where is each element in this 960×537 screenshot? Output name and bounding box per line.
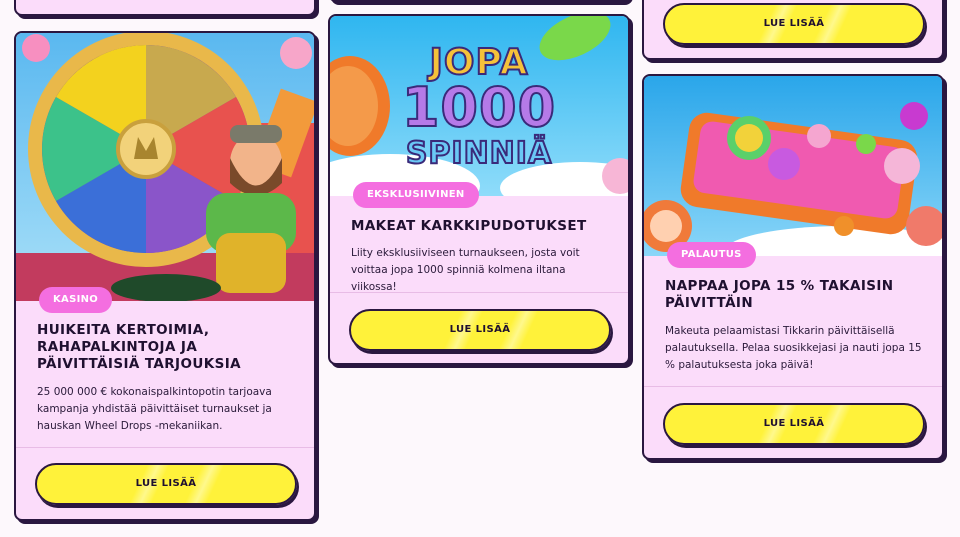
promo-card-cashback[interactable]: PALAUTUS NAPPAA JOPA 15 % TAKAISIN PÄIVI…	[642, 74, 944, 460]
card-top-middle-partial	[328, 0, 630, 2]
card-top-left-partial	[14, 0, 316, 16]
card-divider	[16, 447, 314, 448]
card-top-right-partial: LUE LISÄÄ	[642, 0, 944, 60]
thousand-text: 1000	[401, 76, 557, 139]
promo-card-exclusive[interactable]: JOPA 1000 SPINNIÄ EKSKLUSIIVINEN MAKEAT …	[328, 14, 630, 365]
card-description: Makeuta pelaamistasi Tikkarin päivittäis…	[665, 325, 922, 371]
card-title: HUIKEITA KERTOIMIA, RAHAPALKINTOJA JA PÄ…	[37, 322, 241, 372]
card-description: 25 000 000 € kokonaispalkintopotin tarjo…	[37, 386, 272, 432]
spins-text: SPINNIÄ	[405, 135, 553, 172]
read-more-button[interactable]: LUE LISÄÄ	[349, 309, 611, 351]
cashback-promo-image	[644, 76, 942, 256]
category-badge: KASINO	[39, 287, 113, 313]
read-more-button[interactable]: LUE LISÄÄ	[663, 403, 925, 445]
card-divider	[644, 386, 942, 387]
category-badge: EKSKLUSIIVINEN	[353, 182, 479, 208]
card-description: Liity eksklusiiviseen turnaukseen, josta…	[351, 247, 580, 293]
card-divider	[330, 292, 628, 293]
category-badge: PALAUTUS	[667, 242, 756, 268]
card-title: MAKEAT KARKKIPUDOTUKSET	[351, 218, 587, 234]
read-more-button[interactable]: LUE LISÄÄ	[35, 463, 297, 505]
wheel-promo-image	[16, 33, 314, 301]
card-title: NAPPAA JOPA 15 % TAKAISIN PÄIVITTÄIN	[665, 278, 894, 311]
read-more-button-top[interactable]: LUE LISÄÄ	[663, 3, 925, 45]
promo-card-kasino[interactable]: KASINO HUIKEITA KERTOIMIA, RAHAPALKINTOJ…	[14, 31, 316, 521]
